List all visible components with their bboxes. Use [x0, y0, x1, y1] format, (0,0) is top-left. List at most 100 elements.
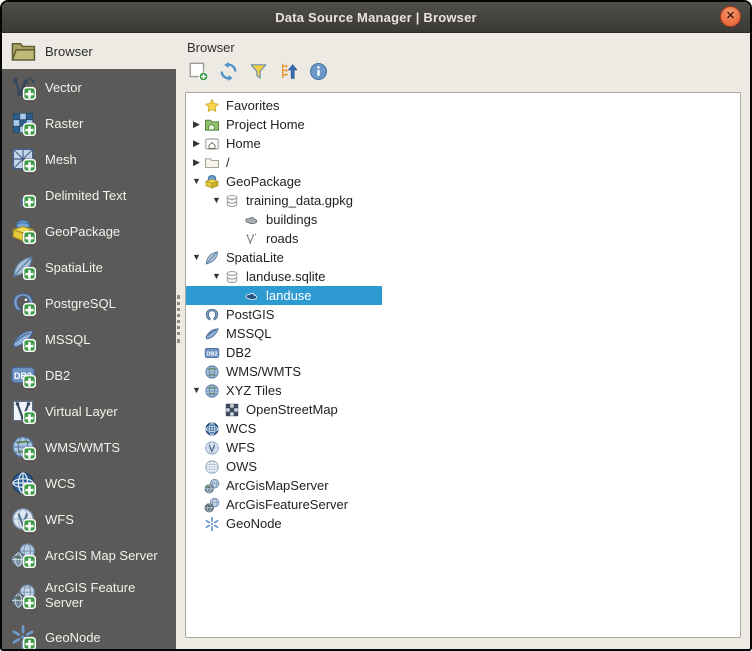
- tree-item-postgis[interactable]: PostGIS: [186, 305, 740, 324]
- collapse-all-icon: [278, 61, 299, 85]
- tree-item-roads[interactable]: roads: [186, 229, 740, 248]
- sidebar-tab-delimited-text[interactable]: ,Delimited Text: [2, 177, 176, 213]
- virtual-layer-icon: [9, 398, 36, 425]
- refresh-button[interactable]: [216, 61, 240, 85]
- filter-browser-button[interactable]: [246, 61, 270, 85]
- spatialite-icon: [204, 250, 220, 266]
- sidebar-tab-label: SpatiaLite: [45, 260, 103, 275]
- tree-item-openstreetmap[interactable]: OpenStreetMap: [186, 400, 740, 419]
- expand-arrow-icon[interactable]: ▶: [189, 153, 204, 172]
- sidebar-tab-db2[interactable]: DB2DB2: [2, 357, 176, 393]
- browser-panel: Browser Favorites▶Project Home▶Home▶/▼Ge…: [176, 33, 750, 649]
- tree-item-label: OpenStreetMap: [246, 402, 338, 417]
- tree-item-label: PostGIS: [226, 307, 274, 322]
- collapse-arrow-icon[interactable]: ▼: [209, 267, 224, 286]
- title-bar[interactable]: Data Source Manager | Browser ✕: [2, 2, 750, 33]
- tree-item-project-home[interactable]: ▶ Project Home: [186, 115, 740, 134]
- polygon-icon: [244, 212, 260, 228]
- sidebar-tab-label: WMS/WMTS: [45, 440, 120, 455]
- tree-item-wfs[interactable]: WFS: [186, 438, 740, 457]
- tree-item-training-data-gpkg[interactable]: ▼ training_data.gpkg: [186, 191, 740, 210]
- sidebar-tab-arcgis-feature-server[interactable]: ArcGIS Feature Server: [2, 573, 176, 619]
- sidebar-tab-label: Virtual Layer: [45, 404, 118, 419]
- collapse-arrow-icon[interactable]: ▼: [189, 248, 204, 267]
- vector-icon: [9, 74, 36, 101]
- geopackage-icon: [204, 174, 220, 190]
- sidebar-tab-label: MSSQL: [45, 332, 91, 347]
- database-icon: [224, 269, 240, 285]
- sidebar-tab-raster[interactable]: Raster: [2, 105, 176, 141]
- sidebar-tab-arcgis-map-server[interactable]: ArcGIS Map Server: [2, 537, 176, 573]
- tree-item-landuse[interactable]: landuse: [186, 286, 382, 305]
- wms-icon: [9, 434, 36, 461]
- arcgis-feature-icon: [204, 497, 220, 513]
- tree-item-root[interactable]: ▶/: [186, 153, 740, 172]
- sidebar-tab-wcs[interactable]: WCS: [2, 465, 176, 501]
- tree-item-db2[interactable]: DB2DB2: [186, 343, 740, 362]
- sidebar-tab-virtual-layer[interactable]: Virtual Layer: [2, 393, 176, 429]
- show-properties-button[interactable]: [306, 61, 330, 85]
- tree-item-home[interactable]: ▶ Home: [186, 134, 740, 153]
- sidebar-tab-wfs[interactable]: WFS: [2, 501, 176, 537]
- folder-icon: [204, 155, 220, 171]
- tree-item-arcgisfeatureserver[interactable]: ArcGisFeatureServer: [186, 495, 740, 514]
- mesh-icon: [9, 146, 36, 173]
- sidebar-tab-mssql[interactable]: MSSQL: [2, 321, 176, 357]
- sidebar-tab-label: Raster: [45, 116, 83, 131]
- sidebar-tab-wms-wmts[interactable]: WMS/WMTS: [2, 429, 176, 465]
- sidebar-tab-browser[interactable]: Browser: [2, 33, 176, 69]
- tree-item-arcgismapserver[interactable]: ArcGisMapServer: [186, 476, 740, 495]
- sidebar-tab-label: PostgreSQL: [45, 296, 116, 311]
- tree-item-mssql[interactable]: MSSQL: [186, 324, 740, 343]
- collapse-arrow-icon[interactable]: ▼: [189, 172, 204, 191]
- tree-item-label: roads: [266, 231, 299, 246]
- sidebar-tab-geonode[interactable]: GeoNode: [2, 619, 176, 649]
- tree-item-label: ArcGisMapServer: [226, 478, 329, 493]
- ows-icon: [204, 459, 220, 475]
- sidebar-tab-postgresql[interactable]: PostgreSQL: [2, 285, 176, 321]
- tree-item-label: landuse.sqlite: [246, 269, 326, 284]
- collapse-arrow-icon[interactable]: ▼: [209, 191, 224, 210]
- collapse-all-button[interactable]: [276, 61, 300, 85]
- sidebar-tab-label: Vector: [45, 80, 82, 95]
- browser-folder-icon: [9, 38, 36, 65]
- data-source-manager-window: Data Source Manager | Browser ✕ Browser V…: [0, 0, 752, 651]
- tree-item-spatialite[interactable]: ▼SpatiaLite: [186, 248, 740, 267]
- sidebar-tab-label: Mesh: [45, 152, 77, 167]
- tree-item-geopackage[interactable]: ▼GeoPackage: [186, 172, 740, 191]
- browser-toolbar: [186, 61, 741, 85]
- tree-item-label: Favorites: [226, 98, 279, 113]
- info-icon: [308, 61, 329, 85]
- tree-item-label: GeoNode: [226, 516, 282, 531]
- tree-item-label: Project Home: [226, 117, 305, 132]
- panel-title: Browser: [187, 40, 741, 55]
- close-button[interactable]: ✕: [720, 6, 741, 27]
- collapse-arrow-icon[interactable]: ▼: [189, 381, 204, 400]
- tree-item-geonode[interactable]: GeoNode: [186, 514, 740, 533]
- geonode-icon: [204, 516, 220, 532]
- tree-item-label: Home: [226, 136, 261, 151]
- add-selected-layers-button[interactable]: [186, 61, 210, 85]
- expand-arrow-icon[interactable]: ▶: [189, 134, 204, 153]
- postgresql-icon: [204, 307, 220, 323]
- sidebar-tab-geopackage[interactable]: GeoPackage: [2, 213, 176, 249]
- splitter-handle[interactable]: [177, 295, 183, 343]
- tree-item-favorites[interactable]: Favorites: [186, 96, 740, 115]
- sidebar-tab-spatialite[interactable]: SpatiaLite: [2, 249, 176, 285]
- tree-item-label: buildings: [266, 212, 317, 227]
- tree-item-landuse-sqlite[interactable]: ▼ landuse.sqlite: [186, 267, 740, 286]
- tree-item-buildings[interactable]: buildings: [186, 210, 740, 229]
- tree-item-wcs[interactable]: WCS: [186, 419, 740, 438]
- project-home-icon: [204, 117, 220, 133]
- arcgis-map-icon: [9, 542, 36, 569]
- sidebar-tab-vector[interactable]: Vector: [2, 69, 176, 105]
- wms-icon: [204, 364, 220, 380]
- sidebar-tab-mesh[interactable]: Mesh: [2, 141, 176, 177]
- tree-item-label: training_data.gpkg: [246, 193, 353, 208]
- tree-item-ows[interactable]: OWS: [186, 457, 740, 476]
- tree-item-xyz-tiles[interactable]: ▼XYZ Tiles: [186, 381, 740, 400]
- wcs-icon: [204, 421, 220, 437]
- tree-item-label: MSSQL: [226, 326, 272, 341]
- tree-item-wms-wmts[interactable]: WMS/WMTS: [186, 362, 740, 381]
- expand-arrow-icon[interactable]: ▶: [189, 115, 204, 134]
